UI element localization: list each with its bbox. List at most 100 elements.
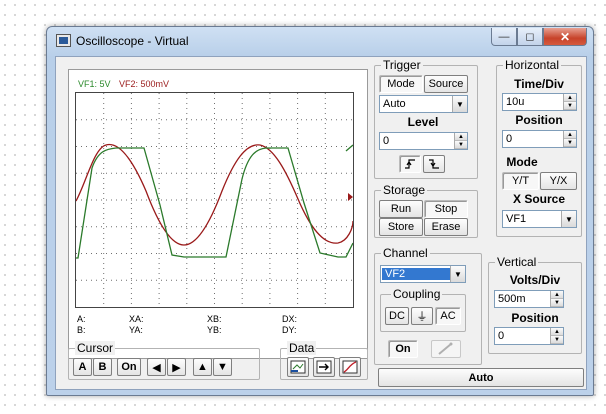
auto-button[interactable]: Auto <box>378 368 584 387</box>
spin-down-icon[interactable]: ▼ <box>564 102 576 110</box>
volts-div-value: 500m <box>498 293 526 305</box>
run-button[interactable]: Run <box>379 200 423 218</box>
cursor-on-button[interactable]: On <box>117 358 141 376</box>
cursor-left-button[interactable]: ◀ <box>147 358 166 376</box>
scope-grid <box>76 93 353 307</box>
readout-b-label: B: <box>77 325 86 335</box>
horizontal-mode-label: Mode <box>506 155 538 169</box>
readout-xa-label: XA: <box>129 314 144 324</box>
time-div-label: Time/Div <box>514 77 564 91</box>
oscilloscope-window: Oscilloscope - Virtual — ◻ ✕ VF1: 5V VF2… <box>46 26 594 396</box>
channel-group: Channel VF2 ▼ Coupling DC ⏚ AC On <box>374 246 482 365</box>
erase-button[interactable]: Erase <box>424 218 468 236</box>
volts-div-label: Volts/Div <box>509 273 561 287</box>
data-export-button[interactable] <box>287 357 309 377</box>
time-div-value: 10u <box>506 96 525 108</box>
spin-up-icon[interactable]: ▲ <box>564 94 576 102</box>
store-button[interactable]: Store <box>379 218 423 236</box>
spin-down-icon[interactable]: ▼ <box>551 299 563 307</box>
cursor-b-button[interactable]: B <box>93 358 112 376</box>
x-source-label: X Source <box>512 192 566 206</box>
vertical-position-value: 0 <box>498 330 505 342</box>
vertical-group: Vertical Volts/Div 500m ▲ ▼ Position 0 ▲ ▼ <box>488 255 582 354</box>
spin-down-icon[interactable]: ▼ <box>551 336 563 344</box>
cursor-up-button[interactable]: ▲ <box>193 358 212 376</box>
cursor-a-button[interactable]: A <box>73 358 92 376</box>
probe-color-button[interactable] <box>431 340 461 358</box>
vf1-trace-tail <box>345 144 354 152</box>
readout-ya-label: YA: <box>129 325 143 335</box>
spin-up-icon[interactable]: ▲ <box>455 133 467 141</box>
trigger-level-spinner[interactable]: 0 ▲ ▼ <box>379 132 468 150</box>
x-source-value: VF1 <box>506 213 527 225</box>
spin-down-icon[interactable]: ▼ <box>455 141 467 149</box>
trigger-level-value: 0 <box>383 135 390 147</box>
arrow-down-icon: ▼ <box>217 361 228 373</box>
cursor-right-button[interactable]: ▶ <box>167 358 186 376</box>
arrow-up-icon: ▲ <box>197 361 208 373</box>
mode-yx-button[interactable]: Y/X <box>540 172 577 190</box>
coupling-dc-button[interactable]: DC <box>385 307 409 325</box>
trigger-level-label: Level <box>407 115 439 129</box>
data-legend: Data <box>287 341 317 355</box>
chevron-down-icon: ▼ <box>450 266 465 282</box>
vf1-scale-label: VF1: 5V <box>78 79 111 89</box>
vertical-position-spinner[interactable]: 0 ▲ ▼ <box>494 327 564 345</box>
readout-a-label: A: <box>77 314 86 324</box>
client-area: VF1: 5V VF2: 500mV A: XA: XB: DX: B: YA:… <box>55 56 587 390</box>
coupling-ground-button[interactable]: ⏚ <box>411 307 433 325</box>
trigger-mode-value: Auto <box>383 98 406 110</box>
coupling-legend: Coupling <box>391 287 443 301</box>
scope-screen[interactable] <box>75 92 354 308</box>
close-button[interactable]: ✕ <box>543 28 587 46</box>
rising-edge-icon <box>405 159 415 169</box>
scope-grid-and-traces <box>75 93 354 307</box>
trigger-mode-select[interactable]: Auto ▼ <box>379 95 468 113</box>
falling-edge-icon <box>429 159 439 169</box>
plot-icon <box>342 360 358 374</box>
storage-legend: Storage <box>381 183 428 197</box>
readout-dy-label: DY: <box>282 325 297 335</box>
trigger-group: Trigger Mode Source Auto ▼ Level 0 ▲ ▼ <box>374 58 478 179</box>
data-import-button[interactable] <box>313 357 335 377</box>
probe-icon <box>438 342 453 355</box>
coupling-ac-button[interactable]: AC <box>435 307 461 325</box>
minimize-button[interactable]: — <box>491 28 517 46</box>
trigger-source-button[interactable]: Source <box>424 75 468 93</box>
chevron-down-icon: ▼ <box>561 211 576 227</box>
export-data-icon <box>290 360 306 374</box>
mode-yt-button[interactable]: Y/T <box>502 172 539 190</box>
channel-select[interactable]: VF2 ▼ <box>380 265 466 283</box>
data-plot-button[interactable] <box>339 357 361 377</box>
cursor-down-button[interactable]: ▼ <box>213 358 232 376</box>
rising-edge-button[interactable] <box>399 155 421 173</box>
maximize-button[interactable]: ◻ <box>517 28 543 46</box>
spin-up-icon[interactable]: ▲ <box>551 291 563 299</box>
channel-value: VF2 <box>382 268 450 280</box>
spin-down-icon[interactable]: ▼ <box>564 139 576 147</box>
horizontal-position-label: Position <box>515 113 563 127</box>
horizontal-position-spinner[interactable]: 0 ▲ ▼ <box>502 130 577 148</box>
falling-edge-button[interactable] <box>423 155 445 173</box>
spin-up-icon[interactable]: ▲ <box>551 328 563 336</box>
trigger-mode-button[interactable]: Mode <box>379 75 423 93</box>
channel-legend: Channel <box>381 246 430 260</box>
trigger-legend: Trigger <box>381 58 423 72</box>
spin-up-icon[interactable]: ▲ <box>564 131 576 139</box>
title-bar[interactable]: Oscilloscope - Virtual — ◻ ✕ <box>47 27 593 55</box>
coupling-group: Coupling DC ⏚ AC <box>380 287 466 332</box>
volts-div-spinner[interactable]: 500m ▲ ▼ <box>494 290 564 308</box>
channel-on-button[interactable]: On <box>388 340 418 358</box>
time-div-spinner[interactable]: 10u ▲ ▼ <box>502 93 577 111</box>
import-data-icon <box>316 360 332 374</box>
cursor-readout: A: XA: XB: DX: B: YA: YB: DY: <box>77 314 362 340</box>
stop-button[interactable]: Stop <box>424 200 468 218</box>
arrow-right-icon: ▶ <box>172 361 181 374</box>
window-title: Oscilloscope - Virtual <box>76 34 189 48</box>
chevron-down-icon: ▼ <box>452 96 467 112</box>
vf2-scale-label: VF2: 500mV <box>119 79 170 89</box>
x-source-select[interactable]: VF1 ▼ <box>502 210 577 228</box>
cursor-legend: Cursor <box>75 341 116 355</box>
readout-yb-label: YB: <box>207 325 222 335</box>
trigger-level-marker[interactable] <box>348 193 353 201</box>
